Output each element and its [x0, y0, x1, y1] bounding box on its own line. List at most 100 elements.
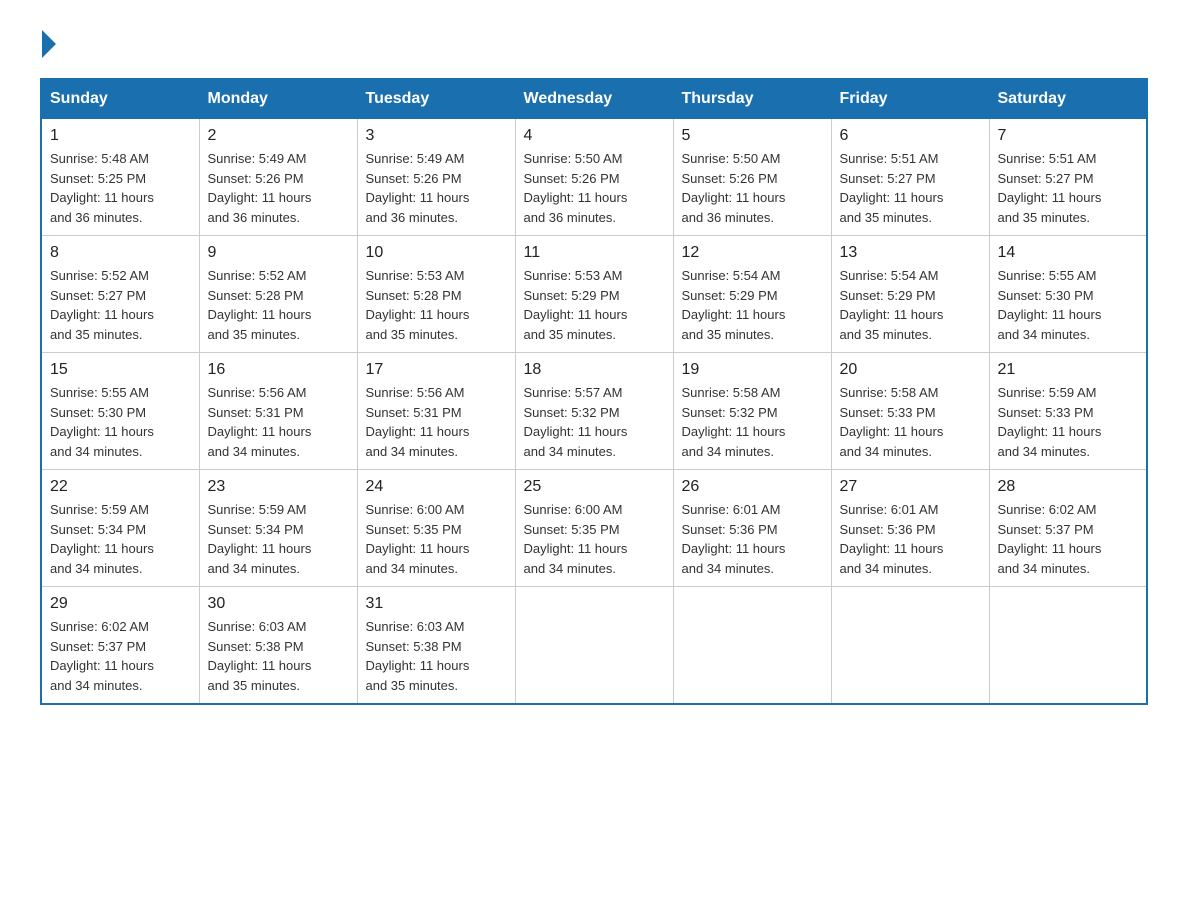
day-number: 18 — [524, 361, 665, 379]
calendar-cell: 27 Sunrise: 6:01 AMSunset: 5:36 PMDayligh… — [831, 470, 989, 587]
logo-arrow-icon — [42, 30, 56, 58]
day-info: Sunrise: 5:55 AMSunset: 5:30 PMDaylight:… — [998, 268, 1102, 342]
day-info: Sunrise: 5:58 AMSunset: 5:33 PMDaylight:… — [840, 385, 944, 459]
day-info: Sunrise: 6:01 AMSunset: 5:36 PMDaylight:… — [840, 502, 944, 576]
day-info: Sunrise: 6:03 AMSunset: 5:38 PMDaylight:… — [366, 619, 470, 693]
day-info: Sunrise: 5:49 AMSunset: 5:26 PMDaylight:… — [366, 151, 470, 225]
calendar-cell: 11 Sunrise: 5:53 AMSunset: 5:29 PMDayligh… — [515, 236, 673, 353]
day-number: 5 — [682, 127, 823, 145]
calendar-cell: 21 Sunrise: 5:59 AMSunset: 5:33 PMDayligh… — [989, 353, 1147, 470]
day-info: Sunrise: 5:51 AMSunset: 5:27 PMDaylight:… — [998, 151, 1102, 225]
day-number: 27 — [840, 478, 981, 496]
day-number: 25 — [524, 478, 665, 496]
day-number: 13 — [840, 244, 981, 262]
calendar-cell: 30 Sunrise: 6:03 AMSunset: 5:38 PMDayligh… — [199, 587, 357, 705]
day-info: Sunrise: 5:56 AMSunset: 5:31 PMDaylight:… — [366, 385, 470, 459]
calendar-week-row: 1 Sunrise: 5:48 AMSunset: 5:25 PMDaylight… — [41, 119, 1147, 236]
day-header-sunday: Sunday — [41, 79, 199, 119]
day-header-friday: Friday — [831, 79, 989, 119]
day-number: 7 — [998, 127, 1139, 145]
day-info: Sunrise: 5:52 AMSunset: 5:28 PMDaylight:… — [208, 268, 312, 342]
day-number: 29 — [50, 595, 191, 613]
day-info: Sunrise: 6:02 AMSunset: 5:37 PMDaylight:… — [998, 502, 1102, 576]
day-info: Sunrise: 6:00 AMSunset: 5:35 PMDaylight:… — [366, 502, 470, 576]
calendar-cell: 16Sunrise: 5:56 AMSunset: 5:31 PMDayligh… — [199, 353, 357, 470]
calendar-cell: 6Sunrise: 5:51 AMSunset: 5:27 PMDaylight… — [831, 119, 989, 236]
day-info: Sunrise: 6:02 AMSunset: 5:37 PMDaylight:… — [50, 619, 154, 693]
calendar-cell: 1 Sunrise: 5:48 AMSunset: 5:25 PMDaylight… — [41, 119, 199, 236]
day-number: 14 — [998, 244, 1139, 262]
day-number: 11 — [524, 244, 665, 262]
day-info: Sunrise: 5:59 AMSunset: 5:34 PMDaylight:… — [50, 502, 154, 576]
day-number: 12 — [682, 244, 823, 262]
day-number: 22 — [50, 478, 191, 496]
calendar-cell: 3 Sunrise: 5:49 AMSunset: 5:26 PMDaylight… — [357, 119, 515, 236]
calendar-table: SundayMondayTuesdayWednesdayThursdayFrid… — [40, 78, 1148, 705]
calendar-cell: 18 Sunrise: 5:57 AMSunset: 5:32 PMDayligh… — [515, 353, 673, 470]
day-info: Sunrise: 6:00 AMSunset: 5:35 PMDaylight:… — [524, 502, 628, 576]
calendar-header-row: SundayMondayTuesdayWednesdayThursdayFrid… — [41, 79, 1147, 119]
day-info: Sunrise: 5:53 AMSunset: 5:28 PMDaylight:… — [366, 268, 470, 342]
day-info: Sunrise: 6:03 AMSunset: 5:38 PMDaylight:… — [208, 619, 312, 693]
day-info: Sunrise: 5:49 AMSunset: 5:26 PMDaylight:… — [208, 151, 312, 225]
day-header-thursday: Thursday — [673, 79, 831, 119]
day-header-monday: Monday — [199, 79, 357, 119]
calendar-cell: 20 Sunrise: 5:58 AMSunset: 5:33 PMDayligh… — [831, 353, 989, 470]
day-number: 24 — [366, 478, 507, 496]
day-info: Sunrise: 5:50 AMSunset: 5:26 PMDaylight:… — [524, 151, 628, 225]
day-number: 15 — [50, 361, 191, 379]
day-number: 6 — [840, 127, 981, 145]
day-number: 26 — [682, 478, 823, 496]
day-number: 31 — [366, 595, 507, 613]
day-number: 23 — [208, 478, 349, 496]
calendar-cell: 31 Sunrise: 6:03 AMSunset: 5:38 PMDayligh… — [357, 587, 515, 705]
day-info: Sunrise: 5:48 AMSunset: 5:25 PMDaylight:… — [50, 151, 154, 225]
day-number: 1 — [50, 127, 191, 145]
day-number: 2 — [208, 127, 349, 145]
calendar-cell: 23 Sunrise: 5:59 AMSunset: 5:34 PMDayligh… — [199, 470, 357, 587]
calendar-cell: 17Sunrise: 5:56 AMSunset: 5:31 PMDayligh… — [357, 353, 515, 470]
calendar-cell — [989, 587, 1147, 705]
day-number: 3 — [366, 127, 507, 145]
calendar-cell: 25 Sunrise: 6:00 AMSunset: 5:35 PMDayligh… — [515, 470, 673, 587]
calendar-cell: 9 Sunrise: 5:52 AMSunset: 5:28 PMDaylight… — [199, 236, 357, 353]
day-number: 20 — [840, 361, 981, 379]
calendar-cell: 24 Sunrise: 6:00 AMSunset: 5:35 PMDayligh… — [357, 470, 515, 587]
calendar-cell: 15Sunrise: 5:55 AMSunset: 5:30 PMDayligh… — [41, 353, 199, 470]
calendar-cell: 19 Sunrise: 5:58 AMSunset: 5:32 PMDayligh… — [673, 353, 831, 470]
calendar-cell: 10 Sunrise: 5:53 AMSunset: 5:28 PMDayligh… — [357, 236, 515, 353]
calendar-week-row: 8 Sunrise: 5:52 AMSunset: 5:27 PMDaylight… — [41, 236, 1147, 353]
day-info: Sunrise: 6:01 AMSunset: 5:36 PMDaylight:… — [682, 502, 786, 576]
calendar-cell: 14 Sunrise: 5:55 AMSunset: 5:30 PMDayligh… — [989, 236, 1147, 353]
calendar-cell: 8 Sunrise: 5:52 AMSunset: 5:27 PMDaylight… — [41, 236, 199, 353]
calendar-week-row: 22 Sunrise: 5:59 AMSunset: 5:34 PMDayligh… — [41, 470, 1147, 587]
logo — [40, 30, 56, 58]
calendar-cell — [673, 587, 831, 705]
day-header-tuesday: Tuesday — [357, 79, 515, 119]
calendar-cell: 5 Sunrise: 5:50 AMSunset: 5:26 PMDaylight… — [673, 119, 831, 236]
day-info: Sunrise: 5:59 AMSunset: 5:33 PMDaylight:… — [998, 385, 1102, 459]
day-number: 4 — [524, 127, 665, 145]
day-info: Sunrise: 5:53 AMSunset: 5:29 PMDaylight:… — [524, 268, 628, 342]
day-number: 21 — [998, 361, 1139, 379]
day-number: 30 — [208, 595, 349, 613]
calendar-week-row: 29 Sunrise: 6:02 AMSunset: 5:37 PMDayligh… — [41, 587, 1147, 705]
page-header — [40, 30, 1148, 58]
day-number: 9 — [208, 244, 349, 262]
calendar-cell: 13 Sunrise: 5:54 AMSunset: 5:29 PMDayligh… — [831, 236, 989, 353]
day-info: Sunrise: 5:59 AMSunset: 5:34 PMDaylight:… — [208, 502, 312, 576]
day-info: Sunrise: 5:57 AMSunset: 5:32 PMDaylight:… — [524, 385, 628, 459]
day-number: 16 — [208, 361, 349, 379]
calendar-cell: 29 Sunrise: 6:02 AMSunset: 5:37 PMDayligh… — [41, 587, 199, 705]
day-number: 8 — [50, 244, 191, 262]
calendar-cell: 12Sunrise: 5:54 AMSunset: 5:29 PMDayligh… — [673, 236, 831, 353]
day-info: Sunrise: 5:50 AMSunset: 5:26 PMDaylight:… — [682, 151, 786, 225]
day-number: 19 — [682, 361, 823, 379]
calendar-week-row: 15Sunrise: 5:55 AMSunset: 5:30 PMDayligh… — [41, 353, 1147, 470]
day-header-saturday: Saturday — [989, 79, 1147, 119]
calendar-cell: 26 Sunrise: 6:01 AMSunset: 5:36 PMDayligh… — [673, 470, 831, 587]
day-info: Sunrise: 5:54 AMSunset: 5:29 PMDaylight:… — [840, 268, 944, 342]
day-number: 10 — [366, 244, 507, 262]
day-info: Sunrise: 5:52 AMSunset: 5:27 PMDaylight:… — [50, 268, 154, 342]
day-info: Sunrise: 5:58 AMSunset: 5:32 PMDaylight:… — [682, 385, 786, 459]
